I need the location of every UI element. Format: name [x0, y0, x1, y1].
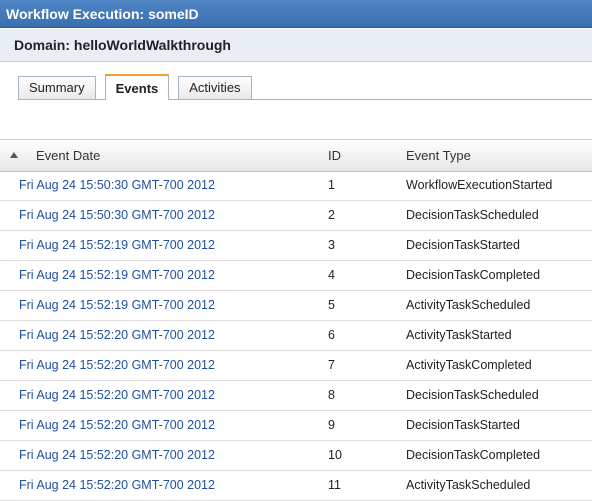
event-id: 1: [328, 178, 335, 192]
column-header-id[interactable]: ID: [328, 140, 341, 171]
event-type: DecisionTaskScheduled: [406, 208, 539, 222]
event-id: 9: [328, 418, 335, 432]
table-row[interactable]: Fri Aug 24 15:50:30 GMT-700 2012 2 Decisio…: [0, 201, 592, 231]
tab-activities[interactable]: Activities: [178, 76, 252, 99]
event-date-link[interactable]: Fri Aug 24 15:52:20 GMT-700 2012: [19, 351, 215, 380]
event-date-link[interactable]: Fri Aug 24 15:52:20 GMT-700 2012: [19, 411, 215, 440]
table-row[interactable]: Fri Aug 24 15:50:30 GMT-700 2012 1 Workflo…: [0, 171, 592, 201]
sort-ascending-icon[interactable]: [10, 152, 18, 158]
event-id: 3: [328, 238, 335, 252]
event-type: DecisionTaskCompleted: [406, 268, 541, 282]
table-row[interactable]: Fri Aug 24 15:52:19 GMT-700 2012 5 Activit…: [0, 291, 592, 321]
event-date-link[interactable]: Fri Aug 24 15:52:19 GMT-700 2012: [19, 231, 215, 260]
event-date-link[interactable]: Fri Aug 24 15:50:30 GMT-700 2012: [19, 171, 215, 200]
event-id: 10: [328, 448, 342, 462]
event-type: ActivityTaskCompleted: [406, 358, 532, 372]
table-row[interactable]: Fri Aug 24 15:52:20 GMT-700 2012 7 Activit…: [0, 351, 592, 381]
event-id: 4: [328, 268, 335, 282]
table-row[interactable]: Fri Aug 24 15:52:20 GMT-700 2012 6 Activit…: [0, 321, 592, 351]
event-id: 2: [328, 208, 335, 222]
table-row[interactable]: Fri Aug 24 15:52:20 GMT-700 2012 9 Decisio…: [0, 411, 592, 441]
event-id: 6: [328, 328, 335, 342]
event-date-link[interactable]: Fri Aug 24 15:50:30 GMT-700 2012: [19, 201, 215, 230]
table-header: Event Date ID Event Type: [0, 139, 592, 172]
table-row[interactable]: Fri Aug 24 15:52:20 GMT-700 2012 11 Activi…: [0, 471, 592, 501]
table-row[interactable]: Fri Aug 24 15:52:20 GMT-700 2012 8 Decisio…: [0, 381, 592, 411]
table-row[interactable]: Fri Aug 24 15:52:19 GMT-700 2012 4 Decisio…: [0, 261, 592, 291]
table-row[interactable]: Fri Aug 24 15:52:19 GMT-700 2012 3 Decisio…: [0, 231, 592, 261]
domain-label: Domain: helloWorldWalkthrough: [0, 29, 592, 62]
event-type: DecisionTaskStarted: [406, 238, 520, 252]
event-id: 5: [328, 298, 335, 312]
event-date-link[interactable]: Fri Aug 24 15:52:20 GMT-700 2012: [19, 441, 215, 470]
events-table-body: Fri Aug 24 15:50:30 GMT-700 2012 1 Workflo…: [0, 171, 592, 501]
window-title: Workflow Execution: someID: [0, 0, 592, 28]
table-row[interactable]: Fri Aug 24 15:52:20 GMT-700 2012 10 Decisi…: [0, 441, 592, 471]
event-type: ActivityTaskScheduled: [406, 298, 531, 312]
event-id: 7: [328, 358, 335, 372]
event-date-link[interactable]: Fri Aug 24 15:52:19 GMT-700 2012: [19, 261, 215, 290]
event-type: DecisionTaskCompleted: [406, 448, 541, 462]
column-header-event-type[interactable]: Event Type: [406, 140, 471, 171]
event-date-link[interactable]: Fri Aug 24 15:52:20 GMT-700 2012: [19, 321, 215, 350]
event-id: 8: [328, 388, 335, 402]
event-date-link[interactable]: Fri Aug 24 15:52:19 GMT-700 2012: [19, 291, 215, 320]
tab-bar: Summary Events Activities: [18, 74, 261, 100]
event-type: DecisionTaskScheduled: [406, 388, 539, 402]
event-date-link[interactable]: Fri Aug 24 15:52:20 GMT-700 2012: [19, 381, 215, 410]
event-type: ActivityTaskStarted: [406, 328, 512, 342]
column-header-event-date[interactable]: Event Date: [36, 140, 100, 171]
tab-events[interactable]: Events: [104, 74, 170, 100]
event-type: WorkflowExecutionStarted: [406, 178, 553, 192]
tab-summary[interactable]: Summary: [18, 76, 96, 99]
event-type: DecisionTaskStarted: [406, 418, 520, 432]
